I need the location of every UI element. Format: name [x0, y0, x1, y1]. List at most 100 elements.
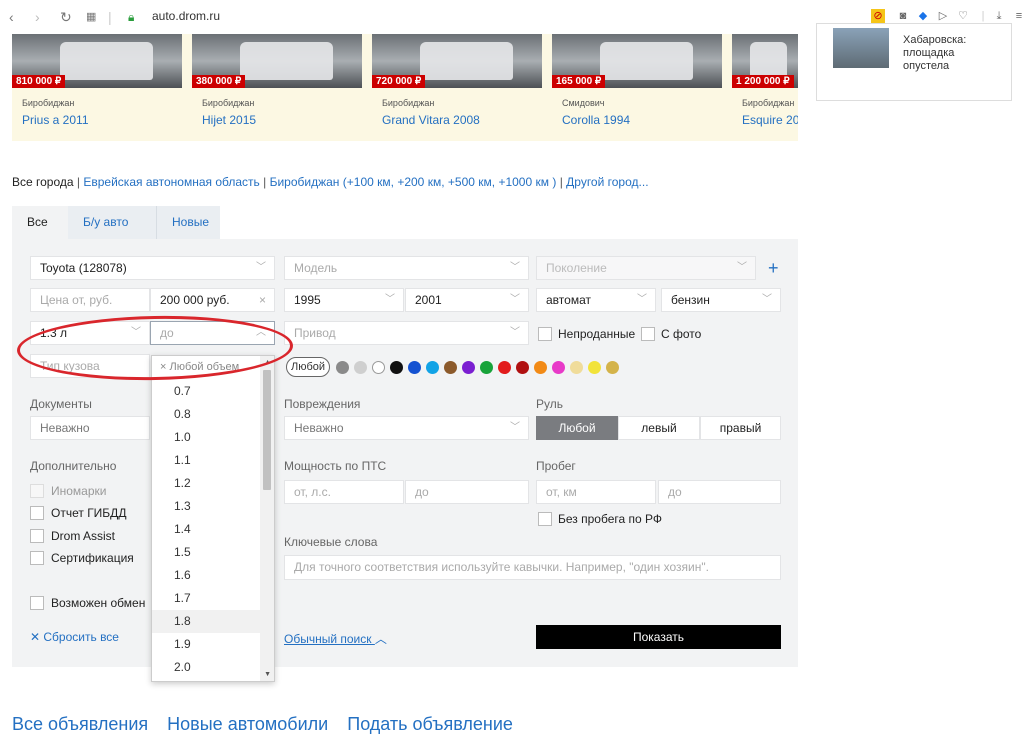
drom-assist-checkbox[interactable] — [30, 529, 44, 543]
car-card[interactable]: 1 200 000 ₽ Биробиджан Esquire 20 — [732, 34, 798, 141]
clear-icon[interactable]: × — [259, 289, 266, 311]
region-oblast-link[interactable]: Еврейская автономная область — [83, 175, 259, 189]
tab-used[interactable]: Б/у авто — [68, 206, 156, 239]
show-results-button[interactable]: Показать — [536, 625, 781, 649]
volume-option[interactable]: 1.9 — [152, 633, 261, 656]
car-card[interactable]: 810 000 ₽ Биробиджан Prius a 2011 — [12, 34, 182, 141]
shield-icon[interactable]: ◆ — [916, 9, 930, 23]
volume-option[interactable]: 1.1 — [152, 449, 261, 472]
car-model-link[interactable]: Esquire 20 — [742, 113, 798, 127]
color-swatch[interactable] — [372, 361, 385, 374]
color-swatch[interactable] — [570, 361, 583, 374]
car-card[interactable]: 720 000 ₽ Биробиджан Grand Vitara 2008 — [372, 34, 542, 141]
radius-1000-link[interactable]: +1000 км — [498, 175, 549, 189]
generation-select[interactable]: Поколение ﹀ — [536, 256, 756, 280]
color-swatch[interactable] — [354, 361, 367, 374]
scroll-down-icon[interactable]: ▼ — [264, 671, 271, 678]
car-model-link[interactable]: Corolla 1994 — [562, 113, 630, 127]
tab-new[interactable]: Новые — [156, 206, 220, 239]
color-any-button[interactable]: Любой — [286, 357, 330, 377]
color-swatch[interactable] — [408, 361, 421, 374]
power-to-input[interactable]: до — [405, 480, 529, 504]
damage-select[interactable]: Неважно ﹀ — [284, 416, 529, 440]
any-volume-option[interactable]: × Любой объем — [160, 361, 239, 373]
tab-all[interactable]: Все — [12, 206, 68, 239]
post-ad-link[interactable]: Подать объявление — [347, 714, 513, 734]
car-model-link[interactable]: Hijet 2015 — [202, 113, 256, 127]
unsold-checkbox[interactable] — [538, 327, 552, 341]
price-to-input[interactable]: 200 000 руб. × — [150, 288, 275, 312]
body-type-select[interactable]: Тип кузова — [30, 354, 150, 378]
car-model-link[interactable]: Grand Vitara 2008 — [382, 113, 480, 127]
price-from-input[interactable]: Цена от, руб. — [30, 288, 150, 312]
fuel-select[interactable]: бензин ﹀ — [661, 288, 781, 312]
color-swatch[interactable] — [498, 361, 511, 374]
foreign-checkbox[interactable] — [30, 484, 44, 498]
year-to-select[interactable]: 2001 ﹀ — [405, 288, 529, 312]
color-swatch[interactable] — [462, 361, 475, 374]
model-select[interactable]: Модель ﹀ — [284, 256, 529, 280]
drive-select[interactable]: Привод ﹀ — [284, 321, 529, 345]
block-icon[interactable]: ⊘ — [871, 9, 885, 23]
color-swatch[interactable] — [390, 361, 403, 374]
make-select[interactable]: Toyota (128078) ﹀ — [30, 256, 275, 280]
back-icon[interactable]: ‹ — [9, 9, 14, 25]
radius-500-link[interactable]: +500 км — [448, 175, 492, 189]
simple-search-link[interactable]: Обычный поиск ︿ — [284, 630, 387, 647]
radius-100-link[interactable]: +100 км — [347, 175, 391, 189]
volume-option[interactable]: 1.6 — [152, 564, 261, 587]
volume-option[interactable]: 2.0 — [152, 656, 261, 679]
color-swatch[interactable] — [606, 361, 619, 374]
color-swatch[interactable] — [480, 361, 493, 374]
volume-to-select[interactable]: до ︿ — [150, 321, 275, 345]
all-ads-link[interactable]: Все объявления — [12, 714, 148, 734]
color-swatch[interactable] — [336, 361, 349, 374]
scroll-thumb[interactable] — [263, 370, 271, 490]
color-swatch[interactable] — [426, 361, 439, 374]
color-swatch[interactable] — [516, 361, 529, 374]
color-swatch[interactable] — [534, 361, 547, 374]
scroll-up-icon[interactable]: ▲ — [264, 359, 271, 366]
wheel-left-button[interactable]: левый — [618, 416, 700, 440]
keywords-input[interactable]: Для точного соответствия используйте кав… — [284, 555, 781, 580]
region-city-link[interactable]: Биробиджан — [270, 175, 340, 189]
transmission-select[interactable]: автомат ﹀ — [536, 288, 656, 312]
heart-icon[interactable]: ♡ — [956, 9, 970, 23]
car-model-link[interactable]: Prius a 2011 — [22, 113, 89, 127]
grid-icon[interactable]: ▦ — [86, 9, 96, 25]
power-from-input[interactable]: от, л.с. — [284, 480, 404, 504]
region-all-cities[interactable]: Все города — [12, 175, 74, 189]
play-icon[interactable]: ▷ — [936, 9, 950, 23]
documents-select[interactable]: Неважно — [30, 416, 150, 440]
color-swatch[interactable] — [444, 361, 457, 374]
menu-icon[interactable]: ≡ — [1012, 9, 1024, 23]
camera-icon[interactable]: ◙ — [896, 9, 910, 23]
volume-option[interactable]: 1.3 — [152, 495, 261, 518]
mileage-from-input[interactable]: от, км — [536, 480, 656, 504]
car-card[interactable]: 380 000 ₽ Биробиджан Hijet 2015 — [192, 34, 362, 141]
add-make-plus-icon[interactable]: + — [768, 259, 779, 277]
volume-from-select[interactable]: 1.3 л ﹀ — [30, 321, 150, 345]
color-swatch[interactable] — [552, 361, 565, 374]
new-cars-link[interactable]: Новые автомобили — [167, 714, 328, 734]
reset-all-link[interactable]: ✕ Сбросить все — [30, 630, 119, 644]
volume-option[interactable]: 0.8 — [152, 403, 261, 426]
news-widget[interactable]: Хабаровска: площадка опустела — [816, 23, 1012, 101]
volume-option[interactable]: 1.5 — [152, 541, 261, 564]
volume-option[interactable]: 1.7 — [152, 587, 261, 610]
wheel-right-button[interactable]: правый — [700, 416, 781, 440]
volume-option[interactable]: 1.0 — [152, 426, 261, 449]
with-photo-checkbox[interactable] — [641, 327, 655, 341]
forward-icon[interactable]: › — [35, 9, 40, 25]
volume-option[interactable]: 1.2 — [152, 472, 261, 495]
volume-to-dropdown[interactable]: × Любой объем 0.7 0.8 1.0 1.1 1.2 1.3 1.4 1.5 1.… — [151, 355, 275, 682]
volume-option[interactable]: 1.4 — [152, 518, 261, 541]
color-swatch[interactable] — [588, 361, 601, 374]
volume-option[interactable]: 0.7 — [152, 380, 261, 403]
year-from-select[interactable]: 1995 ﹀ — [284, 288, 404, 312]
other-city-link[interactable]: Другой город... — [566, 175, 648, 189]
address-bar[interactable]: auto.drom.ru — [152, 9, 220, 23]
exchange-checkbox[interactable] — [30, 596, 44, 610]
radius-200-link[interactable]: +200 км — [397, 175, 441, 189]
reload-icon[interactable]: ↻ — [60, 9, 72, 25]
